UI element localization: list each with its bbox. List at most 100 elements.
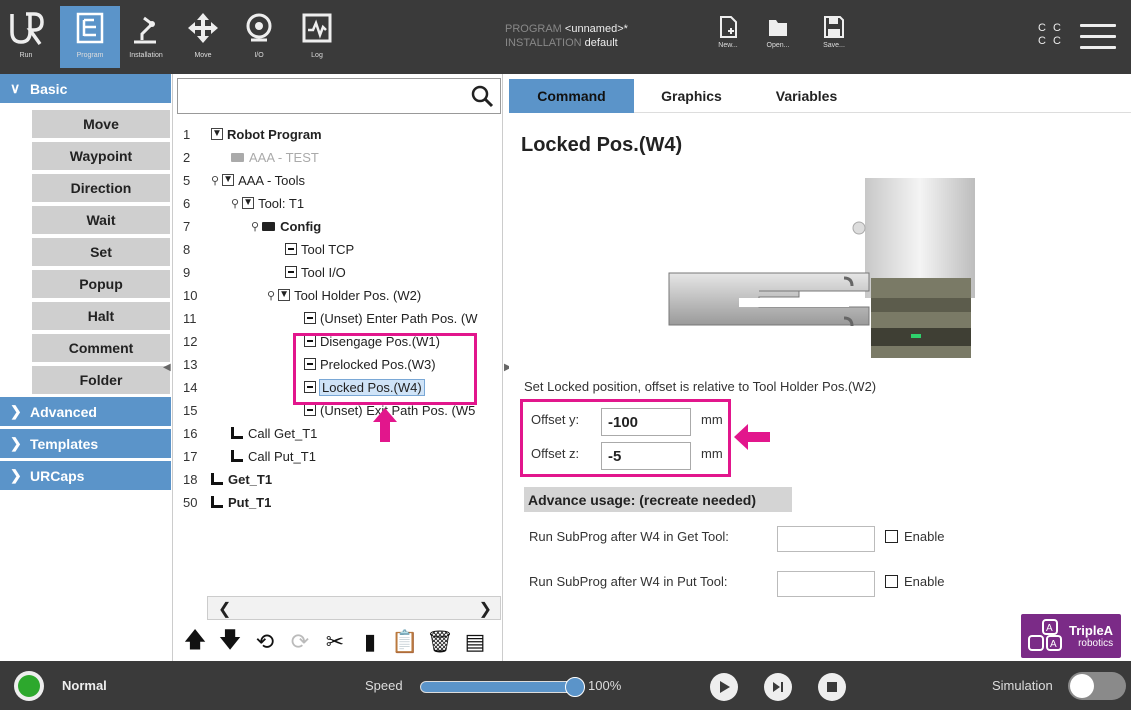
play-button[interactable]: [710, 673, 738, 701]
scroll-left-icon[interactable]: ❮: [218, 599, 231, 619]
installation-name: default: [584, 37, 618, 49]
tree-row[interactable]: 7 ⚲ Config: [173, 215, 504, 237]
tree-row[interactable]: 2 AAA - TEST: [173, 146, 504, 168]
speed-slider-knob[interactable]: [565, 677, 585, 697]
checkbox-icon: [885, 530, 898, 543]
status-bar: Normal Speed 100% Simulation: [0, 661, 1131, 710]
delete-icon[interactable]: 🗑: [426, 629, 454, 655]
tree-node-label: Tool: T1: [258, 195, 305, 211]
scroll-right-icon[interactable]: ❯: [479, 599, 492, 619]
open-button[interactable]: Open...: [758, 16, 798, 66]
tree-row[interactable]: 5 ⚲ ▼ AAA - Tools: [173, 169, 504, 191]
line-number: 8: [183, 241, 191, 257]
move-down-icon[interactable]: 🡇: [218, 627, 242, 655]
line-number: 16: [183, 425, 198, 441]
power-button[interactable]: [14, 671, 44, 701]
palette-item-direction[interactable]: Direction: [32, 174, 170, 204]
tab-graphics[interactable]: Graphics: [639, 79, 744, 113]
expand-triangle-icon[interactable]: ▼: [222, 174, 235, 186]
tree-row[interactable]: 1 ▼ Robot Program: [173, 123, 504, 145]
enable-put-checkbox[interactable]: Enable: [885, 574, 944, 589]
palette-item-folder[interactable]: Folder: [32, 366, 170, 396]
stop-icon: [827, 682, 837, 692]
tree-node-label: Call Put_T1: [248, 448, 316, 464]
expand-triangle-icon[interactable]: ▼: [278, 289, 291, 301]
palette-item-move[interactable]: Move: [32, 110, 170, 140]
step-button[interactable]: [764, 673, 792, 701]
tab-variables[interactable]: Variables: [754, 79, 859, 113]
speed-label: Speed: [365, 678, 403, 693]
nav-move-button[interactable]: Move: [180, 6, 226, 68]
power-status-icon: [18, 675, 40, 697]
copy-icon[interactable]: ▮: [358, 629, 382, 655]
undo-icon[interactable]: ⟲: [253, 629, 277, 655]
line-number: 11: [183, 310, 197, 326]
redo-icon[interactable]: ⟳: [288, 629, 312, 655]
tree-row[interactable]: 11 (Unset) Enter Path Pos. (W: [173, 307, 504, 329]
palette-item-comment[interactable]: Comment: [32, 334, 170, 364]
palette-item-popup[interactable]: Popup: [32, 270, 170, 300]
suppress-icon[interactable]: ▤: [463, 629, 487, 655]
new-button[interactable]: New...: [708, 16, 748, 66]
tree-row[interactable]: 9 Tool I/O: [173, 261, 504, 283]
nav-installation-button[interactable]: Installation: [122, 6, 170, 68]
offset-z-field[interactable]: -5: [601, 442, 691, 470]
search-icon[interactable]: [470, 84, 494, 108]
offset-y-field[interactable]: -100: [601, 408, 691, 436]
line-number: 14: [183, 379, 198, 395]
category-basic[interactable]: ∨ Basic: [0, 74, 171, 103]
category-templates[interactable]: ❯ Templates: [0, 429, 171, 458]
tab-bar: Command Graphics Variables: [509, 79, 1131, 113]
advanced-usage-header: Advance usage: (recreate needed): [524, 487, 792, 512]
robot-status: Normal: [62, 678, 107, 693]
cut-icon[interactable]: ✂: [323, 629, 347, 655]
category-urcaps-label: URCaps: [30, 467, 85, 484]
run-get-field[interactable]: [777, 526, 875, 552]
page-title: Locked Pos.(W4): [521, 134, 683, 156]
palette-item-halt[interactable]: Halt: [32, 302, 170, 332]
hamburger-menu-icon[interactable]: [1080, 24, 1116, 52]
category-advanced[interactable]: ❯ Advanced: [0, 397, 171, 426]
command-node-icon: [285, 266, 297, 278]
expand-triangle-icon[interactable]: ▼: [211, 128, 223, 140]
nav-run-button[interactable]: Run: [6, 6, 46, 68]
category-urcaps[interactable]: ❯ URCaps: [0, 461, 171, 490]
save-button[interactable]: Save...: [814, 16, 854, 66]
tree-node-label: Config: [280, 218, 322, 234]
tree-row[interactable]: 8 Tool TCP: [173, 238, 504, 260]
svg-text:A: A: [1046, 623, 1053, 634]
command-node-icon: [285, 243, 297, 255]
speed-value: 100%: [588, 678, 622, 693]
nav-log-button[interactable]: Log: [294, 6, 340, 68]
move-up-icon[interactable]: 🡅: [183, 627, 207, 655]
palette-item-set[interactable]: Set: [32, 238, 170, 268]
palette-item-waypoint[interactable]: Waypoint: [32, 142, 170, 172]
stop-button[interactable]: [818, 673, 846, 701]
enable-get-checkbox[interactable]: Enable: [885, 529, 944, 544]
nav-io-button[interactable]: I/O: [236, 6, 282, 68]
run-put-field[interactable]: [777, 571, 875, 597]
palette-item-wait[interactable]: Wait: [32, 206, 170, 236]
paste-icon[interactable]: 📋: [391, 629, 418, 655]
tree-row[interactable]: 50 Put_T1: [173, 491, 504, 513]
expand-triangle-icon[interactable]: ▼: [242, 197, 255, 209]
triplea-logo: AA TripleA robotics: [1021, 614, 1121, 658]
tree-row[interactable]: 18 Get_T1: [173, 468, 504, 490]
horizontal-scrollbar[interactable]: ❮ ❯: [207, 596, 501, 620]
tree-row[interactable]: 16 Call Get_T1: [173, 422, 504, 444]
tree-row[interactable]: 17 Call Put_T1: [173, 445, 504, 467]
nav-program-button[interactable]: Program: [60, 6, 120, 68]
speed-slider[interactable]: [420, 681, 575, 693]
tab-command[interactable]: Command: [509, 79, 634, 113]
search-input[interactable]: [177, 78, 501, 114]
triplea-logo-mark-icon: AA: [1028, 619, 1062, 651]
tree-row[interactable]: 10 ⚲ ▼ Tool Holder Pos. (W2): [173, 284, 504, 306]
simulation-toggle[interactable]: [1068, 672, 1126, 700]
highlight-box-waypoints: [293, 333, 477, 405]
nav-log-label: Log: [311, 52, 323, 59]
move-arrows-icon: [188, 13, 218, 43]
folder-icon: [231, 152, 244, 162]
line-number: 7: [183, 218, 191, 234]
collapse-palette-handle[interactable]: ◀: [163, 362, 171, 378]
tree-row[interactable]: 6 ⚲ ▼ Tool: T1: [173, 192, 504, 214]
